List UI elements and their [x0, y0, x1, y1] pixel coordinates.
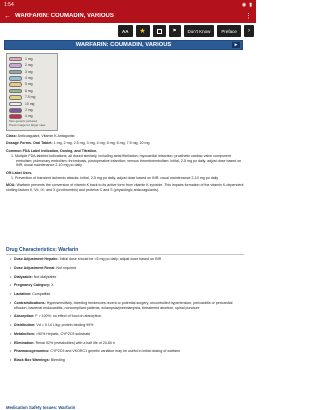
pill-strength-label: 2 mg	[25, 63, 33, 68]
next-arrow-button[interactable]: ›	[243, 25, 254, 37]
dosage-line: Dosage Forms. Oral Tablet: 1 mg, 2 mg, 2…	[6, 141, 150, 146]
pill-strength-label: 3 mg	[25, 69, 33, 74]
preface-button[interactable]: Preface	[217, 25, 241, 37]
pill-swatch	[9, 108, 22, 113]
location-icon: ◉	[241, 1, 247, 8]
pill-swatch	[9, 101, 22, 107]
drug-characteristic-item: Contraindications: Hypersensitivity, ble…	[10, 301, 244, 310]
status-icons: ◉ ▮	[242, 2, 252, 8]
pill-strength-label: 2 mg	[25, 108, 33, 113]
drug-characteristics-list: Dose Adjustment Hepatic: Initial dose sh…	[10, 257, 244, 367]
offlabel-item: 1. Prevention of transient ischemic atta…	[11, 175, 219, 180]
drug-characteristic-item: Lactation: Compatible	[10, 292, 244, 297]
drug-characteristic-item: Distribution: Vd = 0.14 L/kg; protein bi…	[10, 323, 244, 328]
drug-characteristic-item: Pharmacogenomics: CYP2C9 and VKORC1 gene…	[10, 349, 244, 354]
app-title: WARFARIN: COUMADIN, VARIOUS	[15, 13, 114, 19]
drug-banner: WARFARIN: COUMADIN, VARIOUS ▸	[4, 40, 243, 50]
drug-characteristic-item: Black Box Warnings: Bleeding	[10, 358, 244, 363]
pill-strength-label: 10 mg	[25, 101, 35, 106]
pill-strength-label: 1 mg	[25, 56, 33, 61]
pill-strength-label: 4 mg	[25, 76, 33, 81]
drug-characteristic-item: Dialyzable: Not dialyzable	[10, 275, 244, 280]
medication-safety-title: Medication Safety Issues: Warfarin	[6, 405, 76, 410]
pill-swatch	[9, 88, 22, 94]
pill-swatch	[9, 95, 22, 100]
dont-know-button[interactable]: Don't Know	[183, 25, 215, 37]
pill-swatch	[9, 69, 22, 75]
checkbox-icon[interactable]	[152, 25, 166, 37]
drug-characteristic-item: Dose Adjustment Renal: Not required	[10, 266, 244, 271]
pill-swatch	[9, 63, 22, 68]
toolbar: AA ★ ⚑ Don't Know Preface ›	[0, 23, 256, 39]
more-options-icon[interactable]: ⋮	[245, 13, 252, 20]
offlabel-title: Off-Label Uses.	[6, 170, 33, 175]
drug-characteristic-item: Metabolism: >90% Hepatic, CYP2C9 substra…	[10, 332, 244, 337]
class-line: Class: Anticoagulant, Vitamin K Antagoni…	[6, 133, 75, 138]
drug-characteristic-item: Absorption: F > 100%; no effect of food …	[10, 314, 244, 319]
banner-nav-icon[interactable]: ▸	[232, 42, 240, 48]
fda-indication-item: 1. Multiple FDA-labeled indications; all…	[11, 154, 242, 168]
status-time: 1:54	[4, 1, 14, 8]
favorite-star-icon[interactable]: ★	[135, 25, 150, 37]
monograph-content: 1 mg 2 mg 3 mg 4 mg 5 mg 6 mg 7.5 mg 10 mg 2 mg 4…	[6, 53, 244, 193]
pill-swatch	[9, 82, 22, 88]
pill-swatch	[9, 76, 22, 81]
pill-strength-label: 5 mg	[25, 82, 33, 87]
fda-indication-list: 1. Multiple FDA-labeled indications; all…	[11, 154, 244, 168]
pill-swatch	[9, 114, 22, 119]
app-bar: ← WARFARIN: COUMADIN, VARIOUS ⋮	[0, 9, 256, 23]
drug-characteristics-title: Drug Characteristics: Warfarin	[6, 247, 79, 253]
back-arrow-icon[interactable]: ←	[4, 13, 11, 20]
battery-icon: ▮	[249, 1, 252, 8]
drug-characteristic-item: Pregnancy Category: X	[10, 283, 244, 288]
pill-swatch	[9, 56, 22, 62]
divider	[6, 254, 244, 255]
drug-characteristic-item: Dose Adjustment Hepatic: Initial dose sh…	[10, 257, 244, 262]
text-size-button[interactable]: AA	[118, 25, 133, 37]
moa-line: MOA: Warfarin prevents the conversion of…	[6, 183, 244, 193]
pill-strength-label: 6 mg	[25, 88, 33, 93]
flag-icon[interactable]: ⚑	[168, 25, 181, 37]
fda-indication-title: Common FDA Label Indication, Dosing, and…	[6, 148, 98, 153]
pill-strength-label: 7.5 mg	[25, 95, 36, 100]
pill-image[interactable]: 1 mg 2 mg 3 mg 4 mg 5 mg 6 mg 7.5 mg 10 mg 2 mg 4…	[6, 53, 58, 131]
pill-strength-label: 4 mg	[25, 114, 33, 119]
offlabel-list: 1. Prevention of transient ischemic atta…	[11, 176, 244, 181]
drug-banner-title: WARFARIN: COUMADIN, VARIOUS	[75, 42, 172, 48]
status-bar: 1:54 ◉ ▮	[0, 0, 256, 9]
drug-characteristic-item: Elimination: Renal 92% (metabolites) wit…	[10, 341, 244, 346]
pill-caption-zoom: Press image for larger view	[9, 123, 46, 128]
